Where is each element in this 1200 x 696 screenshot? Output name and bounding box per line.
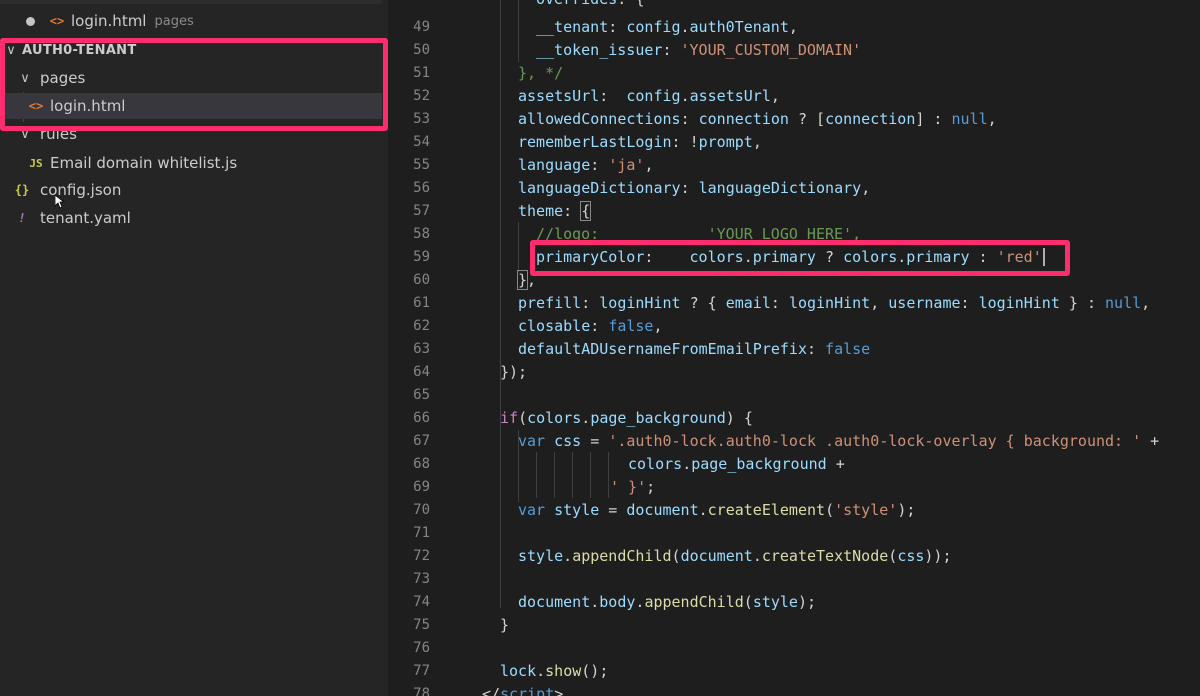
code-line: 56 languageDictionary: languageDictionary… xyxy=(388,177,1200,200)
tree-item-login-html[interactable]: <> login.html xyxy=(0,93,382,119)
line-number: 62 xyxy=(413,318,430,334)
code-line: 50 __token_issuer: 'YOUR_CUSTOM_DOMAIN' xyxy=(388,39,1200,62)
code-line: 68 colors.page_background + xyxy=(388,453,1200,476)
line-number: 54 xyxy=(413,134,430,150)
code-line: 77 lock.show(); xyxy=(388,660,1200,683)
line-number: 57 xyxy=(413,203,430,219)
tree-item-pages[interactable]: ∨ pages xyxy=(0,65,382,91)
code-line: 60}, xyxy=(388,269,1200,292)
line-number: 65 xyxy=(413,387,430,403)
line-number: 74 xyxy=(413,594,430,610)
tree-item-label: login.html xyxy=(50,97,126,115)
code-line: 72 style.appendChild(document.createTextN… xyxy=(388,545,1200,568)
tree-item-rules[interactable]: ∨ rules xyxy=(0,121,382,147)
line-number: 69 xyxy=(413,479,430,495)
line-number: 61 xyxy=(413,295,430,311)
code-line: 71 xyxy=(388,522,1200,545)
line-number: 50 xyxy=(413,42,430,58)
code-line: 51}, */ xyxy=(388,62,1200,85)
html-file-icon: <> xyxy=(28,99,44,113)
explorer-section-header[interactable]: ∨ AUTH0-TENANT xyxy=(0,37,382,63)
line-number: 59 xyxy=(413,249,430,265)
explorer-sidebar: <> login.html pages ∨ AUTH0-TENANT ∨ pag… xyxy=(0,0,382,696)
code-line: 58//logo: 'YOUR_LOGO_HERE', xyxy=(388,223,1200,246)
code-line: 49 __tenant: config.auth0Tenant, xyxy=(388,16,1200,39)
code-editor[interactable]: overrides: { 49__tenant: config.auth0Ten… xyxy=(388,0,1200,696)
line-number: 73 xyxy=(413,571,430,587)
code-line: 62 closable: false, xyxy=(388,315,1200,338)
mouse-pointer-icon xyxy=(55,195,65,209)
line-number: 75 xyxy=(413,617,430,633)
line-number: 63 xyxy=(413,341,430,357)
code-line: 66 if(colors.page_background) { xyxy=(388,407,1200,430)
line-number: 76 xyxy=(413,640,430,656)
line-number: 53 xyxy=(413,111,430,127)
line-number: 52 xyxy=(413,88,430,104)
code-line: 76 xyxy=(388,637,1200,660)
line-number: 66 xyxy=(413,410,430,426)
tree-item-label: tenant.yaml xyxy=(40,209,131,227)
line-number: 71 xyxy=(413,525,430,541)
line-number: 68 xyxy=(413,456,430,472)
tree-item-email-domain-whitelist-js[interactable]: JS Email domain whitelist.js xyxy=(0,150,382,176)
tree-item-label: pages xyxy=(40,69,86,87)
chevron-down-icon: ∨ xyxy=(6,42,16,58)
code-line: 64}); xyxy=(388,361,1200,384)
code-line: 55 language: 'ja', xyxy=(388,154,1200,177)
code-line: 74 document.body.appendChild(style); xyxy=(388,591,1200,614)
open-editor-login-html[interactable]: <> login.html pages xyxy=(0,8,382,34)
line-number: 67 xyxy=(413,433,430,449)
line-number: 49 xyxy=(413,19,430,35)
yaml-file-icon: ! xyxy=(18,211,26,225)
code-line: 53 allowedConnections: connection ? [conn… xyxy=(388,108,1200,131)
open-editor-folder: pages xyxy=(154,13,194,29)
line-number: 60 xyxy=(413,272,430,288)
tree-item-label: Email domain whitelist.js xyxy=(50,154,238,172)
code-line: 65 xyxy=(388,384,1200,407)
code-line: 75} xyxy=(388,614,1200,637)
line-number: 58 xyxy=(413,226,430,242)
code-line: overrides: { xyxy=(388,0,1200,11)
code-line: 63 defaultADUsernameFromEmailPrefix: fals… xyxy=(388,338,1200,361)
html-file-icon: <> xyxy=(49,14,65,28)
code-line: 61 prefill: loginHint ? { email: loginHin… xyxy=(388,292,1200,315)
sidebar-top-edge xyxy=(0,0,382,4)
line-number: 72 xyxy=(413,548,430,564)
js-file-icon: JS xyxy=(29,156,43,170)
line-number: 70 xyxy=(413,502,430,518)
code-line: 52 assetsUrl: config.assetsUrl, xyxy=(388,85,1200,108)
tree-item-label: config.json xyxy=(40,181,122,199)
code-line: 54 rememberLastLogin: !prompt, xyxy=(388,131,1200,154)
tree-item-label: rules xyxy=(40,125,77,143)
code-line: 70 var style = document.createElement('st… xyxy=(388,499,1200,522)
code-line-highlighted: 59 primaryColor: colors.primary ? colors.… xyxy=(388,246,1200,269)
code-line: 73 xyxy=(388,568,1200,591)
chevron-down-icon: ∨ xyxy=(20,70,30,86)
chevron-down-icon: ∨ xyxy=(20,126,30,142)
json-file-icon: {} xyxy=(14,183,30,197)
line-number: 77 xyxy=(413,663,430,679)
code-line: 67 var css = '.auth0-lock.auth0-lock .aut… xyxy=(388,430,1200,453)
code-line: 57 theme: { xyxy=(388,200,1200,223)
code-line: 69 ' }'; xyxy=(388,476,1200,499)
line-number: 55 xyxy=(413,157,430,173)
code-line: 78 </script> xyxy=(388,683,1200,696)
line-number: 78 xyxy=(413,686,430,696)
line-number: 56 xyxy=(413,180,430,196)
line-number: 51 xyxy=(413,65,430,81)
section-title: AUTH0-TENANT xyxy=(22,42,137,58)
line-number: 64 xyxy=(413,364,430,380)
open-editor-filename: login.html xyxy=(71,12,147,30)
unsaved-dot-icon xyxy=(26,16,35,26)
